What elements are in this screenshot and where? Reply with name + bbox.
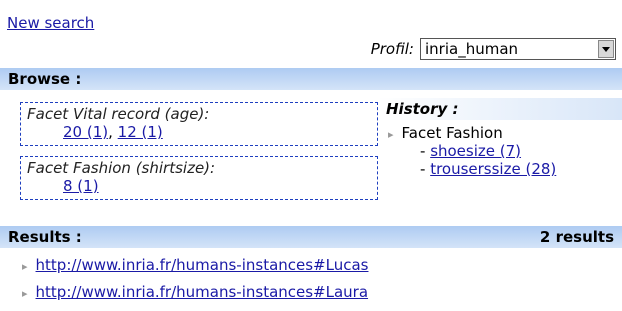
facet-value-link[interactable]: 20 (1) [63,123,108,141]
facet-box-age: Facet Vital record (age): 20 (1), 12 (1) [20,102,378,146]
history-panel: History : ▸ Facet Fashion - shoesize (7)… [378,98,622,178]
history-header: History : [378,98,622,120]
facet-title: Facet Vital record (age): [27,105,210,123]
value-separator: , [108,123,118,141]
profil-select[interactable]: inria_human [420,38,616,60]
history-link-row: - shoesize (7) [420,142,522,160]
results-header: Results : 2 results [0,226,622,248]
results-title: Results : [8,228,82,246]
result-link[interactable]: http://www.inria.fr/humans-instances#Luc… [36,256,369,274]
browse-title: Browse : [8,70,82,88]
history-body: ▸ Facet Fashion - shoesize (7) - trouser… [378,124,622,178]
facet-value-link[interactable]: 12 (1) [118,123,163,141]
history-link-row: - trouserssize (28) [420,160,557,178]
facet-box-shirtsize: Facet Fashion (shirtsize): 8 (1) [20,156,378,200]
facet-values: 20 (1), 12 (1) [27,123,371,141]
result-link[interactable]: http://www.inria.fr/humans-instances#Lau… [36,283,369,301]
facet-values: 8 (1) [27,177,371,195]
new-search-link[interactable]: New search [7,14,94,32]
browse-header: Browse : [0,68,622,90]
bullet-icon: ▸ [22,260,28,273]
history-item: ▸ Facet Fashion [388,124,622,142]
profil-label: Profil: [370,40,414,58]
result-row: ▸ http://www.inria.fr/humans-instances#L… [22,283,622,310]
result-row: ▸ http://www.inria.fr/humans-instances#L… [22,256,622,283]
history-link[interactable]: trouserssize (28) [430,160,556,178]
facet-title: Facet Fashion (shirtsize): [27,159,216,177]
top-panel: New search Profil: inria_human [0,0,622,68]
history-link[interactable]: shoesize (7) [430,142,521,160]
history-item-label: Facet Fashion [401,124,503,142]
bullet-icon: ▸ [388,128,394,141]
profil-selected-value: inria_human [425,40,519,58]
facet-value-link[interactable]: 8 (1) [63,177,99,195]
history-title: History : [386,100,459,118]
profil-selector: Profil: inria_human [371,38,616,60]
dropdown-arrow-icon[interactable] [598,40,614,58]
results-list: ▸ http://www.inria.fr/humans-instances#L… [0,256,622,310]
results-count: 2 results [539,228,614,246]
bullet-icon: ▸ [22,287,28,300]
